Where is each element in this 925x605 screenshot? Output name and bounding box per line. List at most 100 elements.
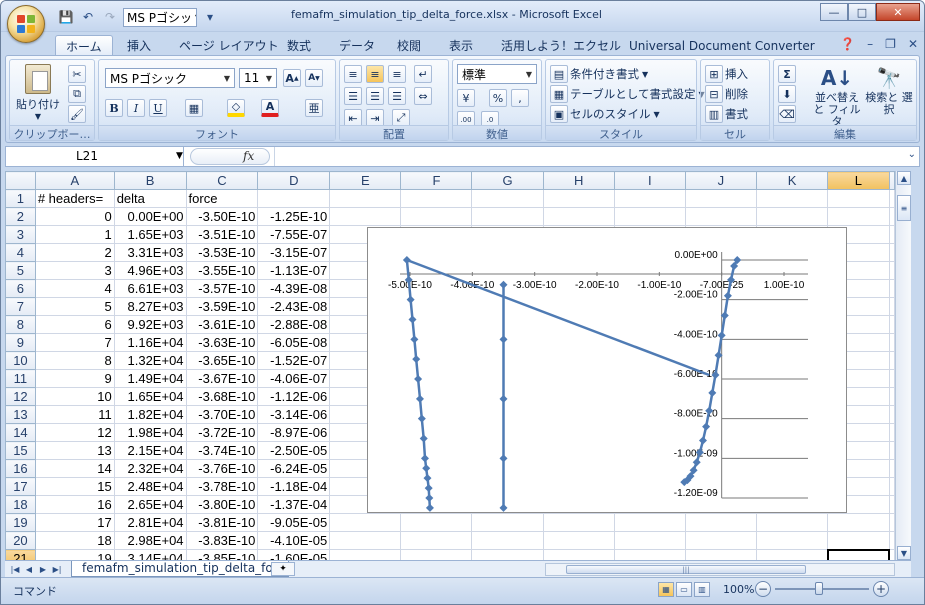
cell[interactable]: -4.10E-05 (257, 531, 331, 550)
column-header-b[interactable]: B (113, 171, 187, 190)
cell[interactable] (329, 189, 402, 208)
ribbon-close-icon[interactable]: ✕ (908, 37, 918, 51)
align-center-button[interactable]: ☰ (366, 86, 386, 106)
column-header-h[interactable]: H (542, 171, 615, 190)
cell[interactable] (888, 495, 895, 514)
cell[interactable]: -3.65E-10 (185, 351, 259, 370)
cell[interactable] (542, 189, 615, 208)
cell[interactable]: -6.24E-05 (257, 459, 331, 478)
cell[interactable] (400, 549, 473, 560)
cell[interactable]: 15 (34, 477, 115, 496)
cell[interactable]: -3.59E-10 (185, 297, 259, 316)
cell[interactable] (329, 531, 402, 550)
cell[interactable] (684, 549, 757, 560)
column-header-d[interactable]: D (257, 171, 331, 190)
cell[interactable]: -3.51E-10 (185, 225, 259, 244)
cell[interactable]: 12 (34, 423, 115, 442)
borders-button[interactable]: ▦ (185, 98, 205, 118)
save-icon[interactable]: 💾 (57, 8, 75, 26)
cell[interactable]: 2 (34, 243, 115, 262)
cell[interactable]: 1.98E+04 (113, 423, 187, 442)
select-all-corner[interactable] (5, 171, 36, 190)
cell[interactable]: -3.68E-10 (185, 387, 259, 406)
insert-cells-button[interactable]: ⊞ 挿入 (705, 64, 748, 84)
grow-font-button[interactable]: A ▲ (283, 68, 303, 88)
cell[interactable]: -3.81E-10 (185, 513, 259, 532)
cell[interactable] (888, 477, 895, 496)
cell[interactable] (888, 189, 895, 208)
cell[interactable] (888, 423, 895, 442)
cell[interactable]: 11 (34, 405, 115, 424)
tab-formulas[interactable]: 数式 (287, 35, 311, 56)
cell[interactable] (888, 243, 895, 262)
cell[interactable]: 2.48E+04 (113, 477, 187, 496)
row-header[interactable]: 14 (5, 423, 36, 442)
cell[interactable] (826, 548, 891, 560)
cell[interactable] (329, 207, 402, 226)
fill-color-button[interactable]: ◇ (227, 98, 247, 118)
redo-icon[interactable]: ↷ (101, 8, 119, 26)
cell[interactable]: 1.16E+04 (113, 333, 187, 352)
fill-button[interactable]: ⬇ (778, 84, 798, 104)
expand-formula-bar-icon[interactable]: ⌄ (908, 149, 916, 160)
cell[interactable]: -3.80E-10 (185, 495, 259, 514)
cell[interactable] (888, 369, 895, 388)
zoom-out-icon[interactable]: − (755, 581, 771, 597)
cell[interactable]: -3.61E-10 (185, 315, 259, 334)
column-header-i[interactable]: I (613, 171, 686, 190)
cell[interactable]: 8 (34, 351, 115, 370)
cell[interactable]: -2.88E-08 (257, 315, 331, 334)
cell[interactable] (329, 513, 402, 532)
cell[interactable]: 0.00E+00 (113, 207, 187, 226)
row-header[interactable]: 5 (5, 261, 36, 280)
row-header[interactable]: 17 (5, 477, 36, 496)
tab-data[interactable]: データ (339, 35, 375, 56)
row-header[interactable]: 2 (5, 207, 36, 226)
cell[interactable] (471, 207, 544, 226)
cell[interactable] (471, 513, 544, 532)
cell[interactable]: 10 (34, 387, 115, 406)
cell[interactable] (400, 189, 473, 208)
cell[interactable] (613, 549, 686, 560)
chevron-down-icon[interactable]: ▼ (176, 151, 183, 161)
cell[interactable]: -2.50E-05 (257, 441, 331, 460)
normal-view-icon[interactable]: ▦ (658, 582, 674, 597)
bold-button[interactable]: B (105, 98, 125, 118)
name-box[interactable]: L21 (6, 147, 184, 166)
customize-qat-icon[interactable]: ▾ (201, 8, 219, 26)
row-header[interactable]: 15 (5, 441, 36, 460)
cell[interactable]: force (185, 189, 259, 208)
cell[interactable] (827, 531, 890, 550)
wrap-text-button[interactable]: ↵ (414, 64, 434, 84)
cell[interactable]: 2.15E+04 (113, 441, 187, 460)
cell[interactable]: 7 (34, 333, 115, 352)
cell[interactable]: 1.82E+04 (113, 405, 187, 424)
maximize-button[interactable]: □ (848, 3, 876, 21)
row-header[interactable]: 3 (5, 225, 36, 244)
cell[interactable]: # headers= (34, 189, 115, 208)
font-color-button[interactable]: A (261, 98, 281, 118)
currency-button[interactable]: ¥ (457, 88, 477, 108)
undo-icon[interactable]: ↶ (79, 8, 97, 26)
cell[interactable] (888, 297, 895, 316)
column-header-f[interactable]: F (400, 171, 473, 190)
font-name-combo[interactable]: MS Pゴシック ▼ (105, 68, 235, 88)
cell[interactable]: -4.06E-07 (257, 369, 331, 388)
cell[interactable]: -1.52E-07 (257, 351, 331, 370)
cell[interactable] (400, 513, 473, 532)
vertical-scroll-thumb[interactable]: ≡ (897, 195, 911, 221)
underline-button[interactable]: U (149, 98, 169, 118)
delete-cells-button[interactable]: ⊟ 削除 (705, 84, 748, 104)
align-top-button[interactable]: ≡ (344, 64, 364, 84)
help-icon[interactable]: ❓ (840, 37, 855, 51)
row-header[interactable]: 9 (5, 333, 36, 352)
cell[interactable] (471, 531, 544, 550)
row-header[interactable]: 19 (5, 513, 36, 532)
cell[interactable] (888, 513, 895, 532)
cell[interactable]: -3.57E-10 (185, 279, 259, 298)
cell[interactable] (888, 315, 895, 334)
cell[interactable]: -3.67E-10 (185, 369, 259, 388)
zoom-in-icon[interactable]: + (873, 581, 889, 597)
cell[interactable]: delta (113, 189, 187, 208)
tab-review[interactable]: 校閲 (397, 35, 421, 56)
